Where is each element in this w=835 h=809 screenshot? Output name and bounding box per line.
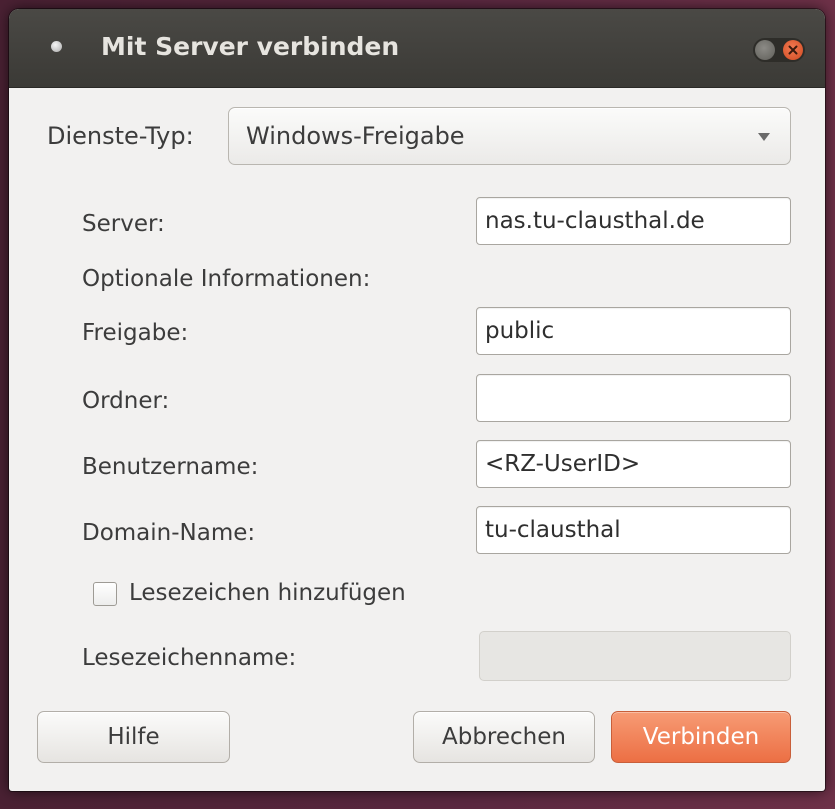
- window-controls: [753, 38, 805, 62]
- share-input[interactable]: [476, 307, 791, 355]
- bookmark-name-input: [479, 631, 791, 681]
- connect-to-server-dialog: Mit Server verbinden Dienste-Typ: Window…: [9, 9, 825, 791]
- optional-info-heading: Optionale Informationen:: [82, 266, 371, 292]
- domain-label: Domain-Name:: [82, 520, 256, 546]
- dropdown-arrow-icon: [758, 133, 770, 141]
- share-label: Freigabe:: [82, 320, 189, 346]
- bookmark-checkbox[interactable]: [93, 582, 117, 606]
- title-bar[interactable]: Mit Server verbinden: [9, 9, 825, 88]
- username-input[interactable]: [476, 440, 791, 488]
- window-title: Mit Server verbinden: [101, 32, 400, 61]
- close-button[interactable]: [783, 40, 803, 60]
- service-type-value: Windows-Freigabe: [246, 122, 465, 150]
- minimize-button[interactable]: [755, 40, 775, 60]
- username-label: Benutzername:: [82, 454, 259, 480]
- cancel-button[interactable]: Abbrechen: [413, 711, 595, 763]
- bookmark-name-label: Lesezeichenname:: [82, 645, 297, 671]
- domain-input[interactable]: [476, 506, 791, 554]
- folder-label: Ordner:: [82, 388, 170, 414]
- bookmark-checkbox-label[interactable]: Lesezeichen hinzufügen: [129, 578, 406, 608]
- connect-button[interactable]: Verbinden: [611, 711, 791, 763]
- server-input[interactable]: [476, 197, 791, 245]
- help-button[interactable]: Hilfe: [37, 711, 230, 763]
- close-icon: [788, 45, 798, 55]
- service-type-label: Dienste-Typ:: [47, 122, 194, 150]
- window-menu-icon[interactable]: [51, 41, 62, 52]
- folder-input[interactable]: [476, 374, 791, 422]
- service-type-dropdown[interactable]: Windows-Freigabe: [228, 107, 791, 165]
- server-label: Server:: [82, 211, 165, 237]
